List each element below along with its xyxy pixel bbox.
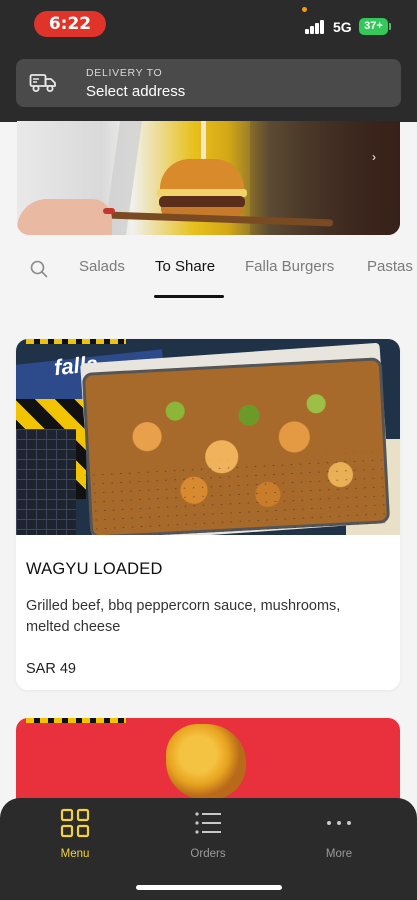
tab-falla-burgers[interactable]: Falla Burgers [245, 258, 334, 275]
grid-menu-icon [60, 808, 90, 838]
list-icon [195, 812, 221, 834]
next-product-image [166, 724, 246, 800]
product-price: SAR 49 [26, 661, 76, 677]
tab-to-share[interactable]: To Share [155, 258, 215, 275]
app-screen: 6:22 5G 37+ DELIVERY TO Select address ›… [0, 0, 417, 900]
burger-bun-top [160, 159, 244, 193]
delivery-address-selector[interactable]: DELIVERY TO Select address [16, 59, 401, 107]
delivery-address-value: Select address [86, 83, 186, 100]
category-tabs: Salads To Share Falla Burgers Pastas [0, 248, 417, 300]
status-bar: 6:22 5G 37+ [0, 0, 417, 50]
more-dots-icon [327, 821, 351, 825]
tab-salads[interactable]: Salads [79, 258, 125, 275]
photo-basket-mesh [84, 451, 388, 535]
nav-more[interactable]: More [294, 808, 384, 860]
hand-image [17, 199, 112, 235]
active-tab-indicator [154, 295, 224, 298]
nav-menu[interactable]: Menu [30, 808, 120, 860]
cellular-signal-icon [305, 20, 327, 34]
battery-cap [389, 23, 391, 30]
product-card[interactable]: falla WAGYU LOADED Grilled beef, bbq pep… [16, 339, 400, 690]
delivery-caption: DELIVERY TO [86, 67, 163, 79]
burger-skewer [201, 121, 206, 161]
photo-towel [16, 429, 76, 535]
tab-pastas[interactable]: Pastas [367, 258, 413, 275]
nav-more-label: More [325, 848, 353, 860]
photo-stripe-bar [26, 339, 126, 344]
status-time: 6:22 [34, 11, 106, 37]
product-name: WAGYU LOADED [26, 560, 163, 578]
photo-stripe-bar [26, 718, 126, 723]
top-header: 6:22 5G 37+ DELIVERY TO Select address [0, 0, 417, 122]
battery-icon: 37+ [359, 18, 388, 35]
search-icon[interactable] [30, 260, 48, 278]
promo-banner[interactable] [17, 121, 400, 235]
privacy-dot-icon [302, 7, 307, 12]
product-image: falla [16, 339, 400, 535]
hand-nail [103, 208, 115, 214]
nav-orders[interactable]: Orders [163, 808, 253, 860]
home-indicator[interactable] [136, 885, 282, 890]
chevron-right-icon[interactable]: › [372, 150, 376, 164]
network-type: 5G [333, 19, 352, 35]
product-description: Grilled beef, bbq peppercorn sauce, mush… [26, 598, 341, 635]
nav-menu-label: Menu [60, 848, 90, 860]
nav-orders-label: Orders [190, 848, 226, 860]
delivery-truck-icon [29, 74, 56, 92]
